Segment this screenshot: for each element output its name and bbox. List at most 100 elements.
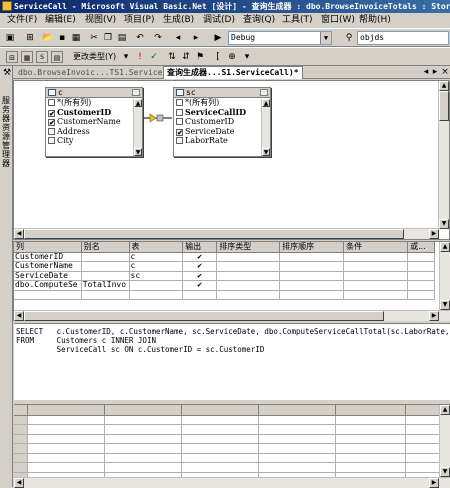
- scroll-up-icon[interactable]: ▲: [440, 242, 450, 252]
- grid-vertical-scrollbar[interactable]: ▲ ▼: [439, 242, 450, 310]
- save-all-icon[interactable]: ▦: [70, 32, 82, 44]
- result-cell[interactable]: [27, 453, 106, 463]
- grid-cell[interactable]: [216, 252, 281, 262]
- result-cell[interactable]: [27, 443, 106, 454]
- row-selector[interactable]: [14, 462, 29, 473]
- menu-file[interactable]: 文件(F): [7, 13, 37, 28]
- row-selector[interactable]: [14, 424, 29, 435]
- server-explorer-strip[interactable]: ⚒ 服务器资源管理器: [0, 66, 13, 487]
- result-cell[interactable]: [181, 424, 260, 435]
- scroll-right-icon[interactable]: ▶: [429, 229, 439, 239]
- grid-cell[interactable]: [216, 290, 281, 300]
- find-combo[interactable]: objds: [357, 31, 449, 45]
- grid-horizontal-scrollbar[interactable]: ◀ ▶: [14, 310, 450, 321]
- grid-header-table[interactable]: 表: [129, 242, 184, 253]
- join-line[interactable]: [142, 111, 175, 125]
- grid-cell[interactable]: [343, 280, 409, 291]
- table-column-row[interactable]: Address: [46, 127, 142, 137]
- find-icon[interactable]: ⚲: [343, 32, 355, 44]
- result-cell[interactable]: [258, 443, 337, 454]
- result-cell[interactable]: [181, 462, 260, 473]
- cut-icon[interactable]: ✂: [88, 32, 100, 44]
- table-box-header[interactable]: c: [46, 88, 142, 98]
- table-column-row[interactable]: LaborRate: [174, 136, 270, 146]
- undo-icon[interactable]: ↶: [134, 32, 146, 44]
- grid-header-criteria[interactable]: 条件: [343, 242, 409, 253]
- group-by-icon[interactable]: [: [212, 51, 224, 63]
- table-scrollbar[interactable]: ▲ ▼: [133, 99, 142, 156]
- scroll-right-icon[interactable]: ▶: [429, 311, 439, 321]
- grid-cell-alias[interactable]: [81, 261, 130, 272]
- results-header-cell[interactable]: [181, 405, 260, 416]
- scroll-thumb[interactable]: [439, 91, 449, 121]
- menu-build[interactable]: 生成(B): [163, 13, 194, 28]
- redo-icon[interactable]: ↷: [152, 32, 164, 44]
- sql-line[interactable]: ServiceCall sc ON c.CustomerID = sc.Cust…: [16, 345, 448, 354]
- diagram-vertical-scrollbar[interactable]: ▲ ▼: [438, 81, 449, 229]
- result-cell[interactable]: [258, 462, 337, 473]
- table-row[interactable]: dbo.ComputeSe TotalInvo ✔: [14, 280, 435, 291]
- column-checkbox[interactable]: [176, 118, 183, 125]
- grid-cell[interactable]: [14, 290, 82, 300]
- minimize-icon[interactable]: [132, 89, 140, 96]
- result-cell[interactable]: [104, 462, 183, 473]
- menu-query[interactable]: 查询(Q): [243, 13, 275, 28]
- grid-header-alias[interactable]: 别名: [81, 242, 130, 253]
- grid-header-sort-type[interactable]: 排序类型: [216, 242, 281, 253]
- show-grid-pane-icon[interactable]: ▦: [21, 51, 33, 63]
- result-cell[interactable]: [27, 462, 106, 473]
- grid-cell-column[interactable]: dbo.ComputeSe: [14, 280, 82, 291]
- result-cell[interactable]: [27, 415, 106, 425]
- menu-help[interactable]: 帮助(H): [359, 13, 391, 28]
- grid-cell-output[interactable]: ✔: [182, 252, 218, 262]
- table-row[interactable]: [14, 290, 435, 300]
- table-row[interactable]: CustomerID c ✔: [14, 252, 435, 262]
- run-query-icon[interactable]: !: [134, 51, 146, 63]
- results-header-cell[interactable]: [27, 405, 106, 416]
- grid-cell-table[interactable]: [129, 280, 184, 291]
- result-cell[interactable]: [27, 434, 106, 444]
- results-vertical-scrollbar[interactable]: ▲ ▼: [439, 405, 450, 477]
- sort-descending-icon[interactable]: ⇵: [180, 51, 192, 63]
- grid-header-or[interactable]: 或...: [407, 242, 435, 253]
- table-row[interactable]: [14, 434, 450, 444]
- table-row[interactable]: [14, 424, 450, 435]
- results-row-header[interactable]: [14, 405, 29, 416]
- grid-cell[interactable]: [407, 280, 435, 291]
- menu-tools[interactable]: 工具(T): [282, 13, 313, 28]
- sql-line[interactable]: SELECT c.CustomerID, c.CustomerName, sc.…: [16, 327, 449, 336]
- column-checkbox[interactable]: ✔: [176, 128, 183, 136]
- solution-config-select[interactable]: Debug ▼: [228, 31, 332, 45]
- grid-cell-table[interactable]: c: [129, 261, 184, 272]
- result-cell[interactable]: [181, 434, 260, 444]
- close-icon[interactable]: ×: [439, 66, 450, 78]
- grid-cell[interactable]: [343, 271, 409, 281]
- column-checkbox[interactable]: [48, 127, 55, 135]
- grid-cell[interactable]: [407, 271, 435, 281]
- column-checkbox[interactable]: [176, 137, 183, 144]
- save-icon[interactable]: ▪: [56, 32, 68, 44]
- menu-view[interactable]: 视图(V): [85, 13, 116, 28]
- result-cell[interactable]: [258, 453, 337, 463]
- grid-cell-table[interactable]: sc: [129, 271, 184, 281]
- table-row[interactable]: [14, 443, 450, 454]
- scroll-down-icon[interactable]: ▼: [440, 300, 450, 310]
- scroll-thumb[interactable]: [24, 229, 404, 239]
- results-horizontal-scrollbar[interactable]: ◀ ▶: [14, 477, 450, 488]
- grid-cell[interactable]: [216, 271, 281, 281]
- row-selector[interactable]: [14, 434, 29, 444]
- table-column-row[interactable]: ✔ ServiceDate: [174, 127, 270, 137]
- sql-line[interactable]: FROM Customers c INNER JOIN: [16, 336, 448, 345]
- table-row[interactable]: [14, 415, 450, 425]
- table-box-servicecall[interactable]: sc *(所有列) ServiceCallID CustomerID ✔ Serv…: [173, 87, 271, 157]
- result-cell[interactable]: [335, 415, 407, 425]
- grid-cell-column[interactable]: CustomerID: [14, 252, 82, 262]
- scroll-thumb[interactable]: [24, 311, 384, 321]
- column-checkbox[interactable]: ✔: [48, 109, 55, 117]
- column-checkbox[interactable]: ✔: [48, 119, 55, 126]
- grid-cell[interactable]: [343, 252, 409, 262]
- add-item-icon[interactable]: ⊞: [24, 32, 36, 44]
- table-scrollbar[interactable]: ▲ ▼: [261, 99, 270, 156]
- result-cell[interactable]: [181, 443, 260, 454]
- results-header-cell[interactable]: [258, 405, 337, 416]
